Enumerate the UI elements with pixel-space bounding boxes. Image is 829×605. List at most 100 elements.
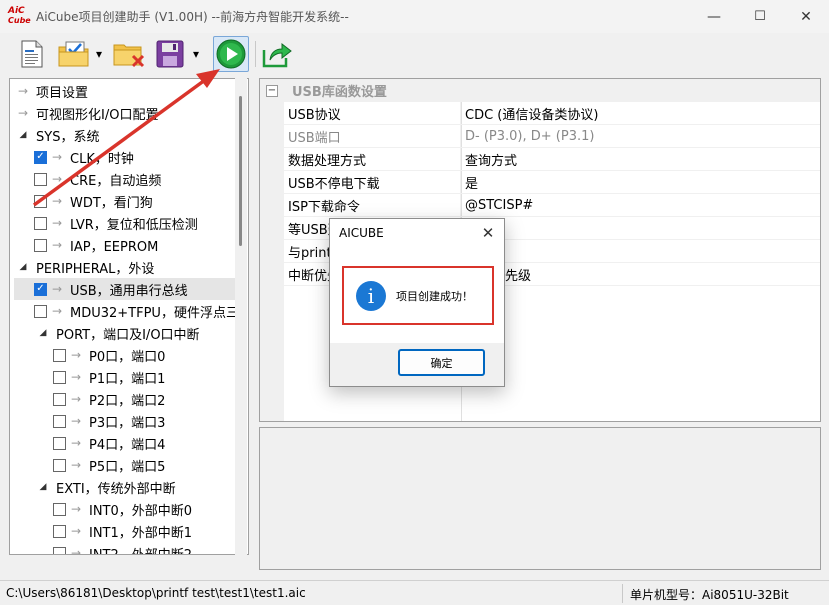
checkbox[interactable]: [53, 458, 66, 472]
grid-gutter: [260, 102, 284, 421]
tree-group-port[interactable]: ◢ PORT，端口及I/O口中断: [36, 322, 200, 344]
tree-item-p3[interactable]: → P3口，端口3: [53, 410, 165, 432]
expand-caret-icon[interactable]: ◢: [36, 328, 50, 338]
property-value[interactable]: 查询方式: [461, 148, 820, 170]
tree-scrollbar[interactable]: [235, 78, 247, 555]
title-bar: AiC Cube AiCube项目创建助手 (V1.00H) --前海方舟智能开…: [0, 0, 829, 33]
tree-item-int1[interactable]: → INT1，外部中断1: [53, 520, 192, 542]
tree-item-label: P4口，端口4: [89, 437, 166, 453]
open-project-icon[interactable]: [57, 38, 93, 70]
property-value[interactable]: [461, 240, 820, 262]
maximize-button[interactable]: ☐: [737, 0, 783, 33]
tree-group-exti[interactable]: ◢ EXTI，传统外部中断: [36, 476, 176, 498]
tree-item-label: WDT，看门狗: [70, 195, 153, 211]
checkbox[interactable]: [34, 238, 47, 252]
expand-caret-icon[interactable]: ◢: [16, 262, 30, 272]
tree-group-sys[interactable]: ◢ SYS，系统: [16, 124, 100, 146]
category-label: USB库函数设置: [292, 85, 387, 100]
tree-item-int2[interactable]: → INT2，外部中断2: [53, 542, 193, 555]
tree-item-label: LVR，复位和低压检测: [70, 217, 198, 233]
tree-group-peripheral[interactable]: ◢ PERIPHERAL，外设: [16, 256, 155, 278]
expand-caret-icon[interactable]: ◢: [16, 130, 30, 140]
arrow-icon: →: [70, 436, 82, 450]
scrollbar-thumb[interactable]: [239, 96, 242, 246]
tree-item-cre[interactable]: → CRE，自动追频: [34, 168, 161, 190]
logo-text-bottom: Cube: [8, 15, 31, 25]
tree-item-mdu32[interactable]: → MDU32+TFPU，硬件浮点三: [34, 300, 239, 322]
tree-item-label: INT0，外部中断0: [89, 503, 193, 519]
description-panel: [259, 427, 821, 570]
tree-item-clk[interactable]: ✓ → CLK，时钟: [34, 146, 134, 168]
export-icon[interactable]: [260, 38, 294, 70]
tree-item-usb[interactable]: ✓ → USB，通用串行总线: [14, 278, 236, 300]
arrow-icon: →: [51, 172, 63, 186]
new-document-icon[interactable]: [16, 38, 48, 70]
tree-item-p1[interactable]: → P1口，端口1: [53, 366, 165, 388]
property-name: USB端口: [284, 125, 461, 147]
status-bar: C:\Users\86181\Desktop\printf test\test1…: [0, 580, 829, 605]
arrow-icon: →: [70, 524, 82, 538]
property-value[interactable]: 是: [461, 171, 820, 193]
tree-item-p2[interactable]: → P2口，端口2: [53, 388, 165, 410]
tree-item-p4[interactable]: → P4口，端口4: [53, 432, 165, 454]
dialog-body: i 项目创建成功！: [330, 247, 504, 343]
tree-item-label: P2口，端口2: [89, 393, 166, 409]
open-dropdown-icon[interactable]: ▾: [93, 38, 105, 70]
checkbox[interactable]: [53, 414, 66, 428]
save-icon[interactable]: [154, 38, 186, 70]
dialog-close-button[interactable]: ✕: [478, 223, 498, 243]
mcu-model: 单片机型号：Ai8051U-32Bit: [630, 588, 789, 602]
property-value[interactable]: CDC (通信设备类协议): [461, 102, 820, 124]
status-separator: [622, 584, 623, 603]
tree-item-label: INT1，外部中断1: [89, 525, 193, 541]
tree-item-wdt[interactable]: → WDT，看门狗: [34, 190, 153, 212]
toolbar: ▾ ▾: [0, 33, 829, 75]
grid-category[interactable]: − USB库函数设置: [260, 79, 820, 102]
checkbox[interactable]: [53, 392, 66, 406]
expand-caret-icon[interactable]: ◢: [36, 482, 50, 492]
checkbox[interactable]: [34, 304, 47, 318]
grid-row[interactable]: 数据处理方式 查询方式: [284, 148, 820, 171]
checkbox[interactable]: [53, 502, 66, 516]
property-value[interactable]: 先级: [461, 263, 820, 285]
tree-item-label: PORT，端口及I/O口中断: [56, 327, 200, 343]
checkbox-checked[interactable]: ✓: [34, 150, 47, 164]
close-project-icon[interactable]: [112, 38, 148, 70]
checkbox[interactable]: [34, 194, 47, 208]
tree-item-label: PERIPHERAL，外设: [36, 261, 155, 277]
checkbox-checked[interactable]: ✓: [34, 282, 47, 296]
minimize-button[interactable]: —: [691, 0, 737, 33]
arrow-icon: →: [51, 194, 63, 208]
checkbox[interactable]: [53, 370, 66, 384]
property-name: 数据处理方式: [284, 148, 461, 170]
tree-item-io-config[interactable]: → 可视图形化I/O口配置: [16, 102, 158, 124]
checkbox[interactable]: [53, 348, 66, 362]
tree-item-label: 项目设置: [36, 85, 89, 101]
run-generate-button[interactable]: [213, 36, 249, 72]
grid-row[interactable]: USB不停电下载 是: [284, 171, 820, 194]
tree-item-iap[interactable]: → IAP，EEPROM: [34, 234, 158, 256]
checkbox[interactable]: [34, 172, 47, 186]
tree-item-int0[interactable]: → INT0，外部中断0: [53, 498, 192, 520]
property-value[interactable]: @STCISP#: [461, 194, 820, 216]
arrow-icon: →: [51, 304, 63, 318]
grid-row[interactable]: USB协议 CDC (通信设备类协议): [284, 102, 820, 125]
property-value[interactable]: [461, 217, 820, 239]
checkbox[interactable]: [53, 524, 66, 538]
collapse-icon[interactable]: −: [266, 84, 278, 97]
tree-item-label: INT2，外部中断2: [89, 547, 193, 555]
highlight-box: i 项目创建成功！: [342, 266, 494, 325]
grid-row[interactable]: USB端口 D- (P3.0), D+ (P3.1): [284, 125, 820, 148]
checkbox[interactable]: [34, 216, 47, 230]
tree-item-p5[interactable]: → P5口，端口5: [53, 454, 165, 476]
checkbox[interactable]: [53, 546, 66, 554]
checkbox[interactable]: [53, 436, 66, 450]
tree-item-project-settings[interactable]: → 项目设置: [16, 80, 88, 102]
config-tree[interactable]: → 项目设置 → 可视图形化I/O口配置 ◢ SYS，系统 ✓ → CLK，时钟…: [9, 78, 249, 555]
tree-item-lvr[interactable]: → LVR，复位和低压检测: [34, 212, 198, 234]
tree-item-p0[interactable]: → P0口，端口0: [53, 344, 165, 366]
grid-row[interactable]: ISP下载命令 @STCISP#: [284, 194, 820, 217]
window-close-button[interactable]: ✕: [783, 0, 829, 33]
ok-button[interactable]: 确定: [398, 349, 485, 376]
save-dropdown-icon[interactable]: ▾: [190, 38, 202, 70]
